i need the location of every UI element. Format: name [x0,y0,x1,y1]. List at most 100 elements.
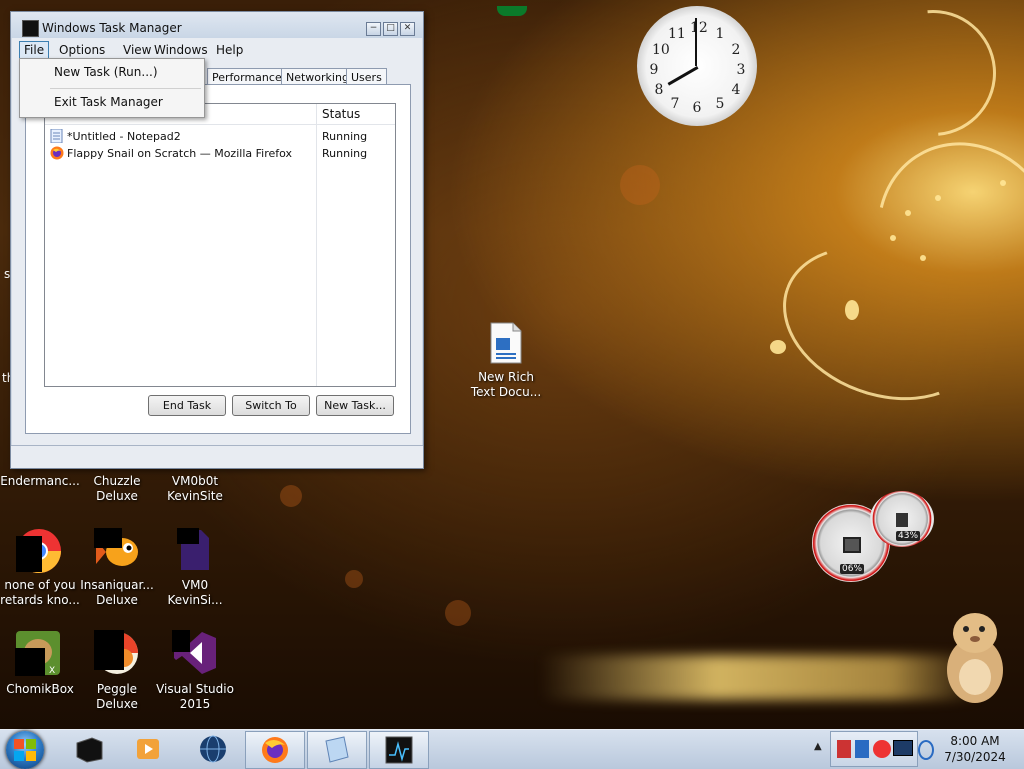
maximize-button[interactable]: □ [383,22,398,36]
desktop-icon-label: VM0b0t KevinSite [167,474,223,503]
chrome-icon [16,529,61,573]
rtf-document-icon [490,322,522,364]
switch-to-button[interactable]: Switch To [232,395,310,416]
taskbar-firefox[interactable] [245,731,305,769]
memory-chip-icon [896,513,908,527]
wallpaper-bokeh [345,570,363,588]
desktop-icon-vm0b0t[interactable]: VM0b0t KevinSite [155,474,235,504]
menu-item-new-task[interactable]: New Task (Run...) [54,65,158,79]
clock-number: 3 [736,62,746,78]
wallpaper-sparkle [935,195,941,201]
desktop-icon-label: Endermanc... [0,474,80,488]
clock-number: 6 [692,100,702,116]
desktop-icon-chomikbox[interactable]: X ChomikBox [0,630,80,700]
gadget-handle[interactable] [497,6,527,16]
peggle-icon [94,630,138,674]
task-manager-icon [385,736,413,764]
title-bar[interactable]: Windows Task Manager − □ ✕ [11,12,423,38]
media-player-icon [137,739,159,759]
window-title: Windows Task Manager [42,21,182,35]
column-header-status[interactable]: Status [322,107,360,121]
taskbar: ▲ 8:00 AM 7/30/2024 [0,729,1024,769]
table-row[interactable]: Flappy Snail on Scratch — Mozilla Firefo… [45,145,395,162]
task-name: Flappy Snail on Scratch — Mozilla Firefo… [67,147,293,160]
taskbar-pinned-app[interactable] [60,731,118,767]
taskbar-date[interactable]: 7/30/2024 [930,750,1020,764]
minimize-button[interactable]: − [366,22,381,36]
desktop-icon-vm0[interactable]: VM0 KevinSi... [155,528,235,610]
clock-number: 12 [690,20,708,36]
clock-number: 1 [715,26,725,42]
memory-usage-label: 43% [896,531,921,541]
clock-number: 10 [652,42,670,58]
desktop-icon-endermanc[interactable]: Endermanc... [0,474,80,504]
taskbar-time[interactable]: 8:00 AM [930,734,1020,748]
tray-app-icon[interactable] [837,740,851,758]
show-hidden-icons-button[interactable]: ▲ [814,741,822,752]
task-status: Running [322,147,368,160]
clock-hour-hand [667,66,699,86]
hamster-mascot-icon [947,613,1003,703]
gauge-center-icon [843,537,861,553]
tray-chrome-icon[interactable] [873,740,891,758]
desktop-icon-label: Peggle Deluxe [96,682,138,711]
tray-monitor-icon[interactable] [893,740,913,756]
desktop-icon-label: Chuzzle Deluxe [93,474,141,503]
wallpaper-sparkle [905,210,911,216]
task-list[interactable]: Task Status *Untitled - Notepad2 Running… [44,103,396,387]
memory-meter-gadget[interactable]: 43% [870,491,934,547]
notepad-icon [50,128,64,144]
windows-logo-icon [14,739,36,761]
globe-icon [200,735,226,763]
task-manager-icon [22,20,39,37]
menu-windows[interactable]: Windows [150,41,212,59]
clock-number: 4 [731,82,741,98]
new-task-button[interactable]: New Task... [316,395,394,416]
taskbar-notepad[interactable] [307,731,367,769]
cpu-usage-label: 06% [840,564,865,574]
status-bar [11,445,423,468]
wallpaper-sparkle [920,255,926,261]
wallpaper-sparkle [770,340,786,354]
svg-text:X: X [49,666,55,676]
clock-number: 8 [654,82,664,98]
firefox-icon [262,737,288,763]
clock-minute-hand [695,18,697,66]
desktop-icon-visual-studio[interactable]: Visual Studio 2015 [155,630,235,712]
desktop-icon-chuzzle[interactable]: Chuzzle Deluxe [77,474,157,504]
wallpaper-bokeh [280,485,302,507]
clock-number: 2 [731,42,741,58]
menu-help[interactable]: Help [212,41,247,59]
desktop-icon-chrome[interactable]: none of you retards kno... [0,528,80,610]
tray-network-icon[interactable] [855,740,869,758]
menu-item-exit-task-manager[interactable]: Exit Task Manager [54,95,163,109]
clock-gadget[interactable]: 12 1 2 3 4 5 6 7 8 9 10 11 [637,6,757,126]
chomikbox-icon: X [15,631,60,676]
desktop-icon-new-rich-text[interactable]: New Rich Text Docu... [466,322,546,402]
task-status: Running [322,130,368,143]
clock-number: 9 [649,62,659,78]
table-row[interactable]: *Untitled - Notepad2 Running [45,128,395,145]
start-button[interactable] [6,731,44,769]
desktop-icon-label: VM0 KevinSi... [167,578,223,607]
wallpaper-light-band [540,655,980,700]
notepad-icon [325,736,349,763]
fish-icon [94,528,138,566]
taskbar-task-manager[interactable] [369,731,429,769]
taskbar-pinned-browser[interactable] [184,731,242,767]
notification-tray [830,731,918,767]
menu-separator [50,88,201,89]
close-button[interactable]: ✕ [400,22,415,36]
wallpaper-swirl [844,0,1022,162]
desktop-icon-peggle[interactable]: Peggle Deluxe [77,630,157,711]
taskbar-pinned-media-player[interactable] [120,731,178,767]
wallpaper-sparkle [890,235,896,241]
desktop-icon-insaniquarium[interactable]: Insaniquar... Deluxe [77,528,157,610]
desktop-icon-label: Visual Studio 2015 [156,682,234,711]
wallpaper-bokeh [445,600,471,626]
desktop-icon-label: ChomikBox [6,682,74,696]
desktop-icon-label: New Rich Text Docu... [470,370,542,399]
wallpaper-sparkle [845,300,859,320]
menu-options[interactable]: Options [55,41,109,59]
end-task-button[interactable]: End Task [148,395,226,416]
